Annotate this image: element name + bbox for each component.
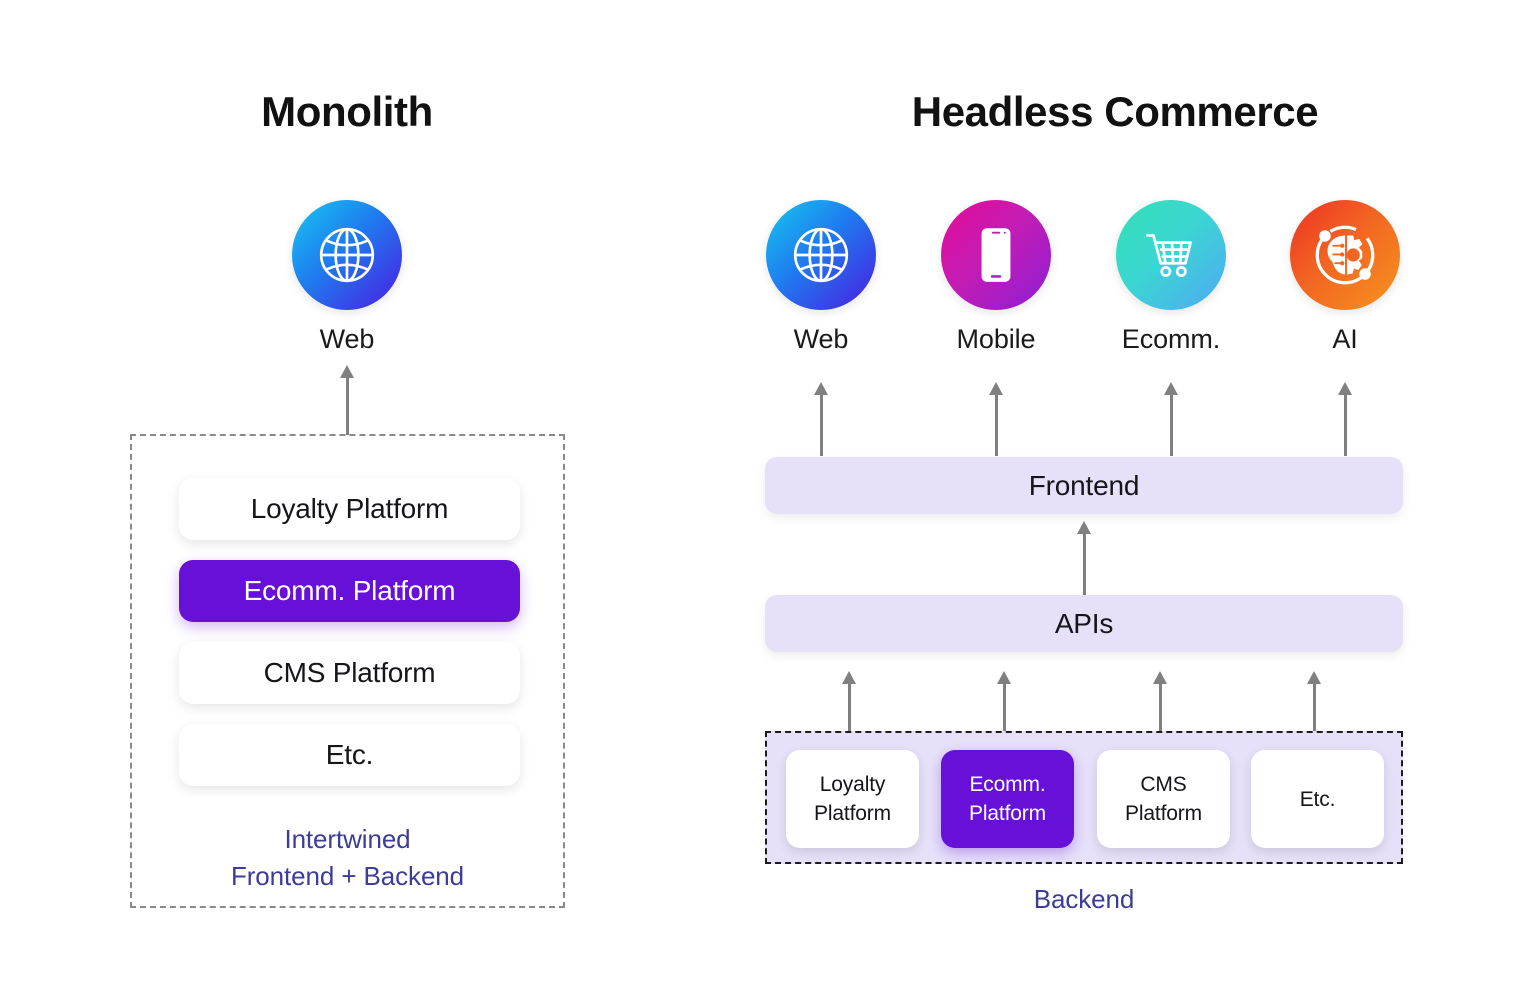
backend-card-line-1: Loyalty	[819, 773, 886, 796]
backend-card-cms[interactable]: CMS Platform	[1097, 750, 1230, 848]
monolith-stack-item[interactable]: Etc.	[179, 724, 520, 786]
ai-brain-gear-icon	[1290, 200, 1400, 310]
layer-apis[interactable]: APIs	[765, 595, 1403, 652]
backend-boundary-box: Loyalty Platform Ecomm. Platform CMS Pla…	[765, 731, 1403, 864]
monolith-stack-item-ecomm[interactable]: Ecomm. Platform	[179, 560, 520, 622]
shopping-cart-icon	[1116, 200, 1226, 310]
channel-label: Web	[319, 324, 375, 354]
headless-column-title: Headless Commerce	[911, 88, 1319, 135]
arrow-frontend-to-web	[813, 382, 829, 456]
channel-label: Mobile	[956, 324, 1036, 354]
backend-card-line-1: Etc.	[1299, 787, 1336, 811]
channel-web-monolith: Web	[277, 200, 417, 355]
backend-caption: Backend	[1033, 884, 1135, 914]
globe-icon	[292, 200, 402, 310]
backend-card-line-1: CMS	[1140, 773, 1187, 796]
channel-web: Web	[751, 200, 891, 355]
monolith-boundary-box: Loyalty Platform Ecomm. Platform CMS Pla…	[130, 434, 565, 908]
channel-ecomm: Ecomm.	[1101, 200, 1241, 355]
smartphone-icon	[941, 200, 1051, 310]
layer-frontend[interactable]: Frontend	[765, 457, 1403, 514]
backend-card-ecomm[interactable]: Ecomm. Platform	[941, 750, 1074, 848]
arrow-apis-to-frontend	[1076, 521, 1092, 595]
backend-card-loyalty[interactable]: Loyalty Platform	[786, 750, 919, 848]
backend-card-line-2: Platform	[1125, 802, 1202, 825]
channel-label: Ecomm.	[1121, 324, 1221, 354]
backend-card-line-2: Platform	[814, 802, 891, 825]
monolith-column-title: Monolith	[261, 88, 433, 135]
arrow-frontend-to-mobile	[988, 382, 1004, 456]
channel-label: Web	[793, 324, 849, 354]
channel-mobile: Mobile	[926, 200, 1066, 355]
monolith-caption-line-1: Intertwined	[284, 824, 411, 854]
backend-card-line-2: Platform	[969, 802, 1046, 825]
monolith-stack-item[interactable]: Loyalty Platform	[179, 478, 520, 540]
arrow-frontend-to-ai	[1337, 382, 1353, 456]
channel-ai: AI	[1275, 200, 1415, 355]
arrow-monolith-to-web	[339, 365, 355, 435]
diagram-canvas: Monolith Headless Commerce Web Loyalty P…	[0, 0, 1536, 984]
monolith-stack-item[interactable]: CMS Platform	[179, 642, 520, 704]
backend-card-line-1: Ecomm.	[969, 773, 1046, 796]
globe-icon	[766, 200, 876, 310]
monolith-caption-line-2: Frontend + Backend	[230, 861, 465, 891]
backend-card-etc[interactable]: Etc.	[1251, 750, 1384, 848]
monolith-caption: Intertwined Frontend + Backend	[132, 821, 563, 895]
channel-label: AI	[1332, 324, 1358, 354]
arrow-frontend-to-ecomm	[1163, 382, 1179, 456]
